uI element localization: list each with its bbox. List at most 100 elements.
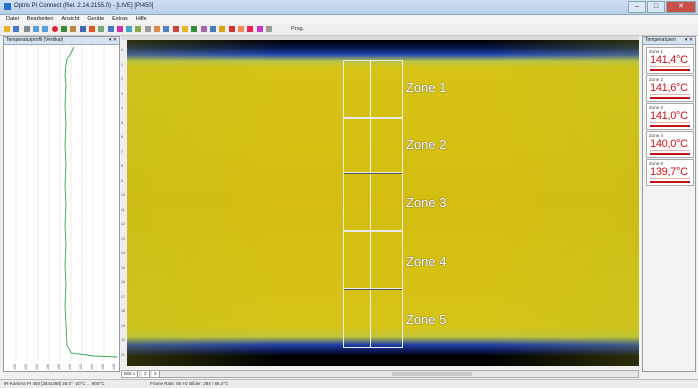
panel-pin-icon[interactable]: ▾ ✕	[109, 37, 117, 44]
thermal-image[interactable]: Zone 1 Zone 2 Zone 3 Zone 4 Zone 5	[127, 40, 639, 366]
app-icon	[4, 3, 11, 10]
ruler-tick-label: 7	[121, 149, 123, 154]
menu-extras[interactable]: Extras	[112, 15, 128, 24]
print-icon[interactable]	[24, 26, 30, 32]
axis-tick-label: 130	[13, 364, 17, 370]
menu-help[interactable]: Hilfe	[136, 15, 147, 24]
zone-4-label: Zone 4	[406, 254, 447, 269]
back-icon[interactable]	[33, 26, 39, 32]
axis-tick-label: 142	[79, 364, 83, 370]
zone-5-label: Zone 5	[406, 312, 447, 327]
menu-view[interactable]: Ansicht	[61, 15, 79, 24]
color-icon[interactable]	[257, 26, 263, 32]
zone-readout-bar	[650, 97, 690, 99]
window-title: Optris PI Connect (Rel. 2.14.2155.0) - […	[14, 3, 154, 9]
histogram-icon[interactable]	[173, 26, 179, 32]
scrollbar-thumb[interactable]	[392, 372, 472, 376]
area-icon[interactable]	[108, 26, 114, 32]
zone-crosshair	[370, 119, 371, 172]
open-icon[interactable]	[4, 26, 10, 32]
maximize-button[interactable]: □	[647, 1, 665, 13]
ruler-tick-label: 20	[121, 338, 125, 342]
axis-tick-label: 134	[35, 364, 39, 370]
zone-readout-bar	[650, 69, 690, 71]
line-icon[interactable]	[117, 26, 123, 32]
zone-readout-line	[650, 150, 690, 151]
toolbar-prog-label[interactable]: Prog.	[291, 26, 304, 32]
window-titlebar: Optris PI Connect (Rel. 2.14.2155.0) - […	[0, 0, 698, 15]
graph-icon[interactable]	[163, 26, 169, 32]
settings-icon[interactable]	[191, 26, 197, 32]
zone-2-label: Zone 2	[406, 137, 447, 152]
temperature-panel: Temperaturen ▾ ✕ Zone 1 141,4°C Zone 2 1…	[642, 36, 696, 372]
trend-icon[interactable]	[201, 26, 207, 32]
window-controls: – □ ✕	[628, 1, 696, 13]
menu-devices[interactable]: Geräte	[87, 15, 104, 24]
zone-readout-bar	[650, 153, 690, 155]
zone-1-box[interactable]	[343, 60, 403, 118]
zone-readout-line	[650, 94, 690, 95]
forward-icon[interactable]	[42, 26, 48, 32]
tab-image-3[interactable]: 3	[152, 371, 160, 377]
camera-icon[interactable]	[80, 26, 86, 32]
alarm-icon[interactable]	[154, 26, 160, 32]
tab-image-2[interactable]: 2	[142, 371, 150, 377]
ruler-tick-label: 0	[121, 48, 123, 52]
ruler-tick-label: 18	[121, 309, 125, 313]
menu-file[interactable]: Datei	[6, 15, 19, 24]
ruler-tick-label: 9	[121, 178, 123, 183]
stop-icon[interactable]	[229, 26, 235, 32]
zone-readout-value: 141,0°C	[650, 110, 688, 122]
zone-5-box[interactable]	[343, 289, 403, 348]
grid-icon[interactable]	[145, 26, 151, 32]
ruler-tick-label: 6	[121, 135, 123, 139]
zone-readout-value: 139,7°C	[650, 166, 688, 178]
tab-image-1[interactable]: Bild 1	[122, 371, 139, 377]
heart-icon[interactable]	[247, 26, 253, 32]
zone-crosshair	[370, 232, 371, 288]
palette-icon[interactable]	[89, 26, 95, 32]
play-icon[interactable]	[61, 26, 67, 32]
zone-1-readout[interactable]: Zone 1 141,4°C	[646, 47, 694, 74]
minimize-button[interactable]: –	[628, 1, 646, 13]
view-scrollbar[interactable]: Bild 1 2 3	[121, 370, 639, 378]
profile-panel-title: Temperaturprofil (Vertikal)	[6, 37, 64, 43]
zone-divider	[344, 289, 402, 290]
ruler-tick-label: 19	[121, 323, 125, 328]
zoom-icon[interactable]	[98, 26, 104, 32]
info-icon[interactable]	[266, 26, 272, 32]
flag-icon[interactable]	[238, 26, 244, 32]
warning-icon[interactable]	[219, 26, 225, 32]
layout-icon[interactable]	[135, 26, 141, 32]
ruler-tick-label: 13	[121, 236, 125, 241]
axis-tick-label: 132	[24, 364, 28, 370]
thermal-view[interactable]: 0 1 2 3 4 5 6 7 8 9 10 11 12 13 14 15 16 17 18 19 20 21 Zone …	[121, 36, 639, 366]
zone-3-box[interactable]	[343, 173, 403, 231]
save-icon[interactable]	[13, 26, 19, 32]
ruler-tick-label: 8	[121, 164, 123, 168]
zone-5-readout[interactable]: Zone 5 139,7°C	[646, 159, 694, 186]
folder-icon[interactable]	[182, 26, 188, 32]
zone-4-box[interactable]	[343, 231, 403, 289]
zone-2-box[interactable]	[343, 118, 403, 173]
ruler-tick-label: 21	[121, 352, 125, 357]
zone-3-readout[interactable]: Zone 3 141,0°C	[646, 103, 694, 130]
ruler-tick-label: 3	[121, 91, 123, 96]
close-button[interactable]: ✕	[666, 1, 696, 13]
spot-icon[interactable]	[126, 26, 132, 32]
panel-pin-icon[interactable]: ▾ ✕	[685, 37, 693, 44]
ruler-tick-label: 11	[121, 207, 125, 212]
ruler-tick-label: 10	[121, 193, 125, 197]
profile-line	[64, 46, 118, 358]
ruler-tick-label: 12	[121, 222, 125, 226]
ruler-tick-label: 16	[121, 280, 125, 284]
profile-panel: Temperaturprofil (Vertikal) ▾ ✕ 130 132 13…	[3, 36, 120, 372]
axis-tick-label: 138	[57, 364, 61, 370]
export-icon[interactable]	[210, 26, 216, 32]
snapshot-icon[interactable]	[70, 26, 76, 32]
zone-2-readout[interactable]: Zone 2 141,6°C	[646, 75, 694, 102]
menu-edit[interactable]: Bearbeiten	[27, 15, 54, 24]
zone-4-readout[interactable]: Zone 4 140,0°C	[646, 131, 694, 158]
record-icon[interactable]	[52, 26, 58, 32]
temperature-panel-header: Temperaturen ▾ ✕	[643, 37, 695, 45]
